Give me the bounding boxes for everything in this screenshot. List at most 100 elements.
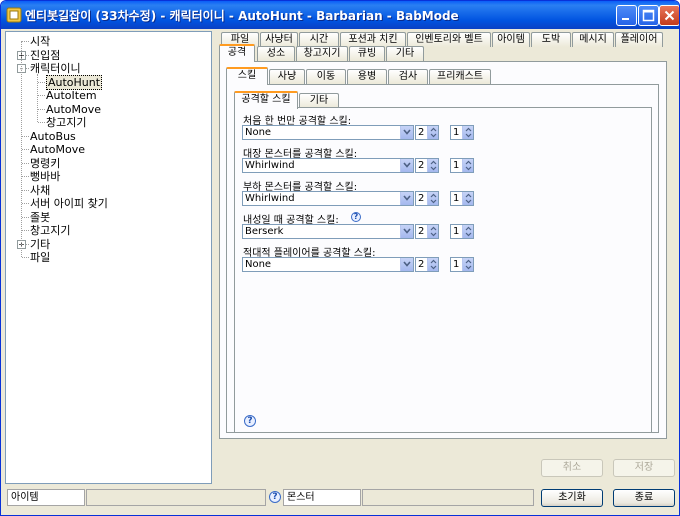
level-stepper[interactable]: 1: [450, 125, 474, 140]
tab-row2-4[interactable]: 기타: [386, 46, 424, 61]
exit-button[interactable]: 종료: [613, 489, 675, 507]
tab-row1-4[interactable]: 인벤토리와 벨트: [407, 32, 491, 47]
tree-item-label: 뻥바바: [30, 170, 61, 183]
tree-item[interactable]: AutoHunt: [46, 74, 103, 90]
level-stepper[interactable]: 1: [450, 257, 474, 272]
tree-item[interactable]: 시작: [30, 35, 50, 48]
help-icon[interactable]: ?: [351, 212, 361, 222]
tree-item-label: 기타: [30, 237, 51, 251]
tree-item[interactable]: AutoBus: [30, 130, 76, 143]
tree-item[interactable]: AutoItem: [46, 89, 97, 102]
save-button[interactable]: 저장: [613, 459, 675, 477]
tree-item[interactable]: 진입점: [30, 49, 60, 62]
nav-tree[interactable]: 시작 진입점 + 캐릭터이니 - AutoHunt AutoItem AutoMove 창고지기…: [5, 31, 212, 484]
tree-item[interactable]: 졸봇: [30, 211, 50, 224]
app-icon: [6, 7, 22, 23]
subtab-5[interactable]: 프리캐스트: [429, 69, 491, 84]
minimize-button[interactable]: [616, 5, 637, 26]
subtab-3[interactable]: 용병: [347, 69, 387, 84]
innertab-0[interactable]: 공격할 스킬: [234, 91, 298, 109]
level-stepper[interactable]: 1: [450, 224, 474, 239]
tab-row2-0[interactable]: 공격: [219, 44, 255, 62]
tab-row1-8[interactable]: 플레이어: [615, 32, 663, 47]
tab-row2-1[interactable]: 성소: [257, 46, 295, 61]
tab-row1-7[interactable]: 메시지: [572, 32, 614, 47]
stepper-arrows[interactable]: [462, 126, 473, 139]
reset-button[interactable]: 초기화: [541, 489, 603, 507]
tab-row1-5[interactable]: 아이템: [492, 32, 530, 47]
title-bar[interactable]: 엔티봇길잡이 (33차수정) - 캐릭터이니 - AutoHunt - Barb…: [1, 1, 679, 29]
help-icon[interactable]: ?: [244, 415, 256, 427]
tree-item-label: AutoMove: [30, 143, 86, 156]
status-help-icon[interactable]: ?: [269, 491, 281, 503]
stepper-arrows[interactable]: [427, 159, 438, 172]
subtab-4[interactable]: 검사: [388, 69, 428, 84]
stepper-arrows[interactable]: [427, 225, 438, 238]
tab-row2-3[interactable]: 큐빙: [349, 46, 385, 61]
tree-item-label: 진입점: [30, 48, 61, 62]
main-window: 엔티봇길잡이 (33차수정) - 캐릭터이니 - AutoHunt - Barb…: [0, 0, 680, 516]
stepper-arrows[interactable]: [462, 192, 473, 205]
tree-item[interactable]: 창고지기: [30, 224, 70, 237]
tab-row1-1[interactable]: 사냥터: [260, 32, 298, 47]
subtab-2[interactable]: 이동: [306, 69, 346, 84]
tree-item[interactable]: 뻥바바: [30, 170, 60, 183]
close-button[interactable]: [659, 5, 679, 26]
level-stepper[interactable]: 1: [450, 191, 474, 206]
tree-connector: [22, 257, 29, 258]
count-stepper[interactable]: 2: [415, 224, 439, 239]
level-stepper[interactable]: 1: [450, 158, 474, 173]
tree-item[interactable]: AutoMove: [30, 143, 85, 156]
cancel-button[interactable]: 취소: [541, 459, 603, 477]
tree-connector: [38, 95, 45, 96]
count-stepper[interactable]: 2: [415, 158, 439, 173]
tree-item[interactable]: 파일: [30, 251, 50, 264]
subtab-0[interactable]: 스킬: [226, 67, 268, 85]
window-title: 엔티봇길잡이 (33차수정) - 캐릭터이니 - AutoHunt - Barb…: [25, 9, 459, 23]
tab-row2-2[interactable]: 창고지기: [296, 46, 348, 61]
tree-item[interactable]: 서버 아이피 찾기: [30, 197, 108, 210]
skill-select[interactable]: None: [242, 125, 414, 140]
tree-item-label: 창고지기: [30, 224, 71, 237]
innertab-1[interactable]: 기타: [299, 93, 339, 108]
skill-select[interactable]: None: [242, 257, 414, 272]
tab-row1-2[interactable]: 시간: [299, 32, 339, 47]
stepper-arrows[interactable]: [462, 159, 473, 172]
count-stepper[interactable]: 2: [415, 191, 439, 206]
tree-connector: [22, 41, 29, 42]
tree-connector: [22, 203, 29, 204]
stepper-arrows[interactable]: [462, 225, 473, 238]
tree-item-label: 졸봇: [30, 210, 51, 224]
level-stepper-value: 1: [453, 127, 460, 138]
tree-item[interactable]: AutoMove: [46, 103, 101, 116]
tree-item-label: 파일: [30, 251, 51, 264]
tree-item-label: 시작: [30, 35, 51, 48]
stepper-arrows[interactable]: [462, 258, 473, 271]
skill-select[interactable]: Berserk: [242, 224, 414, 239]
dropdown-button[interactable]: [400, 192, 413, 205]
count-stepper[interactable]: 2: [415, 257, 439, 272]
skill-select-value: Whirlwind: [245, 160, 295, 171]
maximize-button[interactable]: [638, 5, 659, 26]
skill-select[interactable]: Whirlwind: [242, 191, 414, 206]
tree-connector: [21, 41, 22, 257]
dropdown-button[interactable]: [400, 258, 413, 271]
tab-row1-6[interactable]: 도박: [531, 32, 571, 47]
tree-item[interactable]: 명령키: [30, 157, 60, 170]
tree-item[interactable]: 창고지기: [46, 116, 86, 129]
stepper-arrows[interactable]: [427, 192, 438, 205]
tree-item-label: AutoMove: [46, 102, 102, 116]
dropdown-button[interactable]: [400, 126, 413, 139]
skill-select[interactable]: Whirlwind: [242, 158, 414, 173]
spinner-arrows-icon: [465, 127, 472, 138]
stepper-arrows[interactable]: [427, 258, 438, 271]
tree-item[interactable]: 사채: [30, 184, 50, 197]
stepper-arrows[interactable]: [427, 126, 438, 139]
tab-row1-3[interactable]: 포션과 치킨: [340, 32, 406, 47]
count-stepper[interactable]: 2: [415, 125, 439, 140]
tree-connector: [38, 122, 45, 123]
subtab-1[interactable]: 사냥: [269, 69, 305, 84]
dropdown-button[interactable]: [400, 159, 413, 172]
dropdown-button[interactable]: [400, 225, 413, 238]
tree-item[interactable]: 기타: [30, 238, 50, 251]
